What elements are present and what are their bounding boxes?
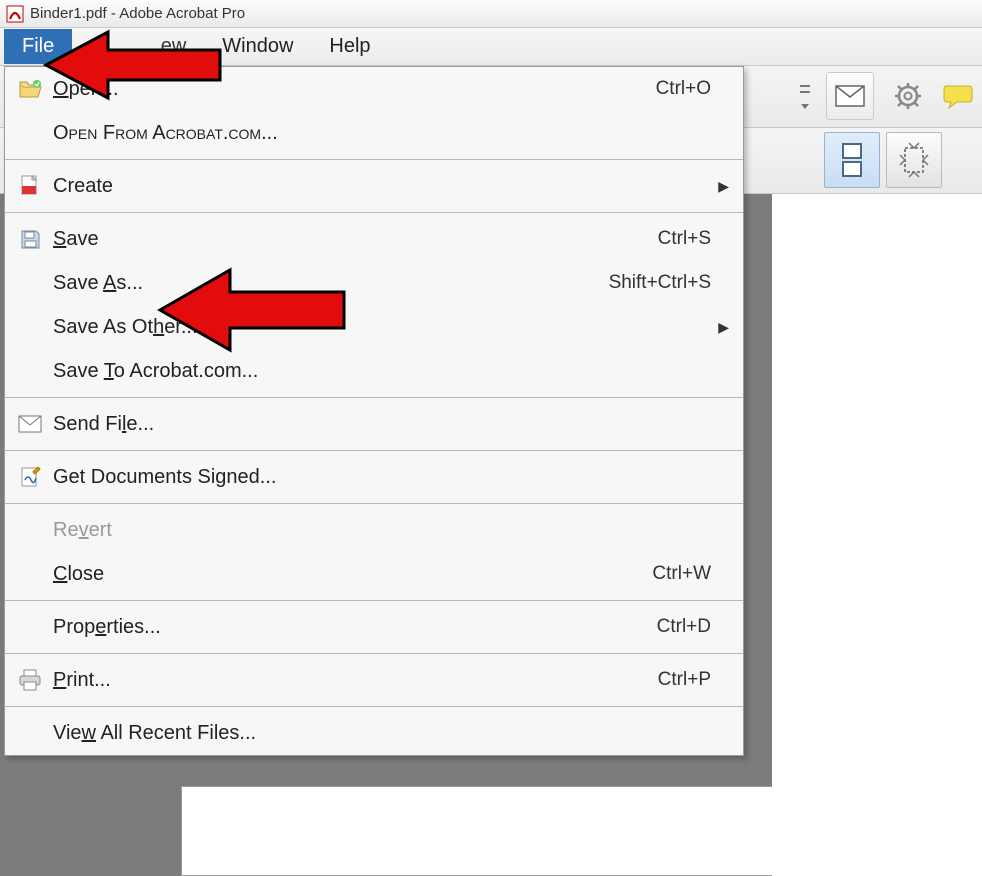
menu-close-shortcut: Ctrl+W [652, 563, 711, 585]
menu-create-label: Create [47, 175, 711, 198]
file-menu-dropdown: Open... Ctrl+O Open From Acrobat.com... … [4, 66, 744, 756]
menu-save-label: Save [47, 228, 658, 251]
menu-open[interactable]: Open... Ctrl+O [5, 67, 743, 111]
menu-save-as-shortcut: Shift+Ctrl+S [609, 272, 711, 294]
menu-save-as-label: Save As... [47, 272, 609, 295]
submenu-arrow-icon: ▶ [711, 178, 729, 195]
menu-properties[interactable]: Properties... Ctrl+D [5, 605, 743, 649]
menu-get-signed-label: Get Documents Signed... [47, 466, 711, 489]
menu-open-label: Open... [47, 78, 656, 101]
menu-view[interactable]: ew [143, 29, 205, 64]
mail-button[interactable] [826, 72, 874, 120]
menu-properties-label: Properties... [47, 616, 657, 639]
menu-save-as-other[interactable]: Save As Other... ▶ [5, 305, 743, 349]
settings-button[interactable] [884, 72, 932, 120]
menu-print-shortcut: Ctrl+P [658, 669, 711, 691]
menu-help[interactable]: Help [311, 29, 388, 64]
menu-save-as-other-label: Save As Other... [47, 316, 711, 339]
menu-open-from-acrobat[interactable]: Open From Acrobat.com... [5, 111, 743, 155]
menu-window[interactable]: Window [204, 29, 311, 64]
right-panel [772, 194, 982, 876]
menu-save-to-label: Save To Acrobat.com... [47, 360, 711, 383]
menu-save-as[interactable]: Save As... Shift+Ctrl+S [5, 261, 743, 305]
menu-print-label: Print... [47, 669, 658, 692]
create-pdf-icon [13, 174, 47, 198]
acrobat-icon [6, 5, 24, 23]
menu-separator [5, 159, 743, 160]
menu-print[interactable]: Print... Ctrl+P [5, 658, 743, 702]
menu-send-file[interactable]: Send File... [5, 402, 743, 446]
comment-button[interactable] [942, 72, 974, 120]
scroll-mode-button[interactable] [824, 132, 880, 188]
customize-button[interactable] [794, 72, 816, 120]
menu-separator [5, 503, 743, 504]
menu-bar: File Edit ew Window Help [0, 28, 982, 66]
print-icon [13, 669, 47, 691]
menu-open-shortcut: Ctrl+O [656, 78, 711, 100]
menu-close[interactable]: Close Ctrl+W [5, 552, 743, 596]
folder-open-icon [13, 79, 47, 99]
menu-separator [5, 600, 743, 601]
menu-revert: Revert [5, 508, 743, 552]
menu-separator [5, 397, 743, 398]
document-page[interactable] [181, 786, 801, 876]
menu-separator [5, 706, 743, 707]
save-icon [13, 228, 47, 250]
menu-save-to-acrobat[interactable]: Save To Acrobat.com... [5, 349, 743, 393]
title-bar: Binder1.pdf - Adobe Acrobat Pro [0, 0, 982, 28]
fit-page-button[interactable] [886, 132, 942, 188]
app-window: Binder1.pdf - Adobe Acrobat Pro File Edi… [0, 0, 982, 876]
menu-file[interactable]: File [4, 29, 72, 64]
window-title: Binder1.pdf - Adobe Acrobat Pro [30, 5, 245, 22]
menu-create[interactable]: Create ▶ [5, 164, 743, 208]
menu-view-recent[interactable]: View All Recent Files... [5, 711, 743, 755]
menu-separator [5, 450, 743, 451]
menu-save[interactable]: Save Ctrl+S [5, 217, 743, 261]
menu-properties-shortcut: Ctrl+D [657, 616, 711, 638]
submenu-arrow-icon: ▶ [711, 319, 729, 336]
menu-get-signed[interactable]: Get Documents Signed... [5, 455, 743, 499]
menu-separator [5, 212, 743, 213]
menu-separator [5, 653, 743, 654]
menu-send-file-label: Send File... [47, 413, 711, 436]
menu-save-shortcut: Ctrl+S [658, 228, 711, 250]
menu-view-recent-label: View All Recent Files... [47, 722, 711, 745]
mail-icon [13, 415, 47, 433]
menu-open-from-label: Open From Acrobat.com... [47, 122, 711, 145]
menu-close-label: Close [47, 563, 652, 586]
menu-revert-label: Revert [47, 519, 711, 542]
sign-icon [13, 466, 47, 488]
